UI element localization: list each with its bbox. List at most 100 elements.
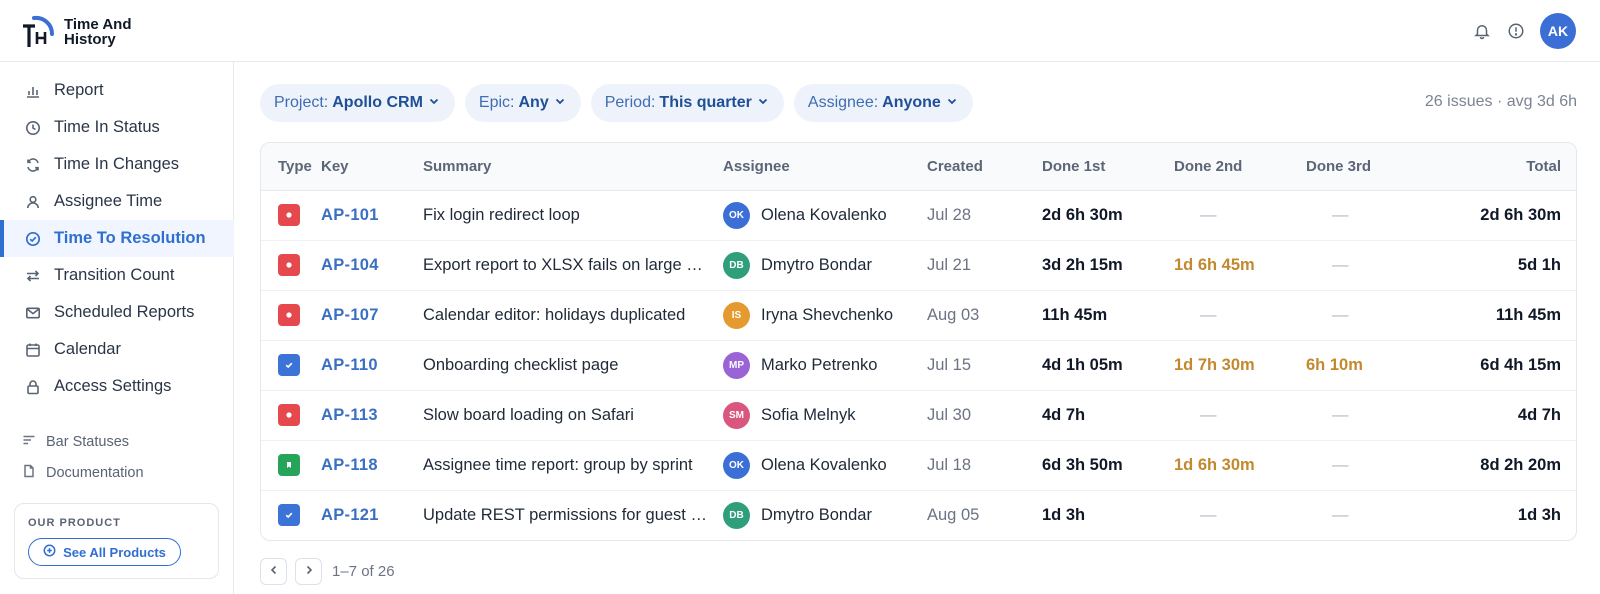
assignee-avatar: MP <box>723 351 750 379</box>
sidebar-item-documentation[interactable]: Documentation <box>0 457 234 488</box>
duration-empty: — <box>1200 505 1217 524</box>
filter-epic[interactable]: Epic: Any <box>464 84 581 122</box>
document-icon <box>22 464 36 482</box>
pagination: 1–7 of 26 <box>260 558 395 585</box>
sidebar: Report Time In Status Time In Changes As… <box>0 62 234 594</box>
filter-label: Assignee: <box>807 94 879 111</box>
story-type-icon <box>278 454 300 476</box>
total-duration: 1d 3h <box>1517 505 1561 524</box>
issue-key-link[interactable]: AP-107 <box>321 306 379 324</box>
table-row[interactable]: AP-110 Onboarding checklist page MP Marko P… <box>261 340 1576 391</box>
assignee-name: Dmytro Bondar <box>761 255 872 274</box>
user-avatar[interactable]: AK <box>1540 13 1576 49</box>
issue-key-link[interactable]: AP-121 <box>321 506 379 524</box>
assignee-avatar: SM <box>723 401 750 429</box>
column-header-total[interactable]: Total <box>1416 143 1576 191</box>
chevron-down-icon <box>427 94 441 113</box>
sidebar-item-label: Report <box>54 81 104 99</box>
sidebar-item-bar-statuses[interactable]: Bar Statuses <box>0 426 234 457</box>
prev-page-button[interactable] <box>260 558 287 585</box>
filter-value: Apollo CRM <box>332 94 423 111</box>
sidebar-item-label: Scheduled Reports <box>54 303 195 321</box>
sidebar-item-report[interactable]: Report <box>0 72 234 109</box>
issue-key-link[interactable]: AP-113 <box>321 406 378 424</box>
issue-summary[interactable]: Fix login redirect loop <box>423 190 723 241</box>
column-header-created[interactable]: Created <box>927 143 1042 191</box>
issue-summary[interactable]: Export report to XLSX fails on large pro… <box>423 240 723 291</box>
issue-key-link[interactable]: AP-118 <box>321 456 378 474</box>
bar-chart-icon <box>24 82 41 99</box>
table-row[interactable]: AP-101 Fix login redirect loop OK Olena Kov… <box>261 190 1576 241</box>
duration-empty: — <box>1332 505 1349 524</box>
column-header-done-1st[interactable]: Done 1st <box>1042 143 1174 191</box>
app-logo[interactable]: Time And History <box>20 14 144 50</box>
see-all-products-button[interactable]: See All Products <box>28 538 181 566</box>
issue-summary[interactable]: Assignee time report: group by sprint <box>423 440 723 491</box>
duration-empty: — <box>1332 205 1349 224</box>
column-header-key[interactable]: Key <box>321 143 423 191</box>
clock-icon <box>24 119 41 136</box>
column-header-done-2nd[interactable]: Done 2nd <box>1174 143 1306 191</box>
created-date: Aug 03 <box>927 305 980 324</box>
task-type-icon <box>278 504 300 527</box>
duration-value: 4d 7h <box>1042 405 1086 424</box>
duration-value: 11h 45m <box>1042 305 1108 324</box>
issue-key-link[interactable]: AP-110 <box>321 356 378 374</box>
column-header-assignee[interactable]: Assignee <box>723 143 927 191</box>
filter-assignee[interactable]: Assignee: Anyone <box>793 84 973 122</box>
column-header-type[interactable]: Type <box>261 143 321 191</box>
issue-summary[interactable]: Onboarding checklist page <box>423 340 723 391</box>
issue-key-link[interactable]: AP-104 <box>321 256 379 274</box>
table-row[interactable]: AP-118 Assignee time report: group by spr… <box>261 440 1576 491</box>
assignee-name: Sofia Melnyk <box>761 405 856 424</box>
next-page-button[interactable] <box>295 558 322 585</box>
issue-summary[interactable]: Update REST permissions for guest users <box>423 490 723 540</box>
filter-project[interactable]: Project: Apollo CRM <box>260 84 455 122</box>
sidebar-item-transition-count[interactable]: Transition Count <box>0 257 234 294</box>
table-row[interactable]: AP-113 Slow board loading on Safari SM Sofi… <box>261 390 1576 441</box>
issue-summary[interactable]: Slow board loading on Safari <box>423 390 723 441</box>
duration-value: 1d 7h 30m <box>1174 355 1255 374</box>
issues-summary: 26 issues · avg 3d 6h <box>1424 93 1577 110</box>
bug-type-icon <box>278 404 300 426</box>
filter-label: Project: <box>274 94 329 111</box>
sidebar-item-label: Time In Status <box>54 118 160 136</box>
plus-circle-icon <box>43 544 56 560</box>
help-icon[interactable] <box>1506 21 1526 41</box>
total-duration: 6d 4h 15m <box>1480 355 1561 374</box>
duration-empty: — <box>1200 405 1217 424</box>
created-date: Jul 15 <box>927 355 972 374</box>
sidebar-item-calendar[interactable]: Calendar <box>0 331 234 368</box>
duration-empty: — <box>1332 255 1349 274</box>
filter-value: This quarter <box>659 94 752 111</box>
chevron-down-icon <box>756 94 770 113</box>
task-type-icon <box>278 354 300 376</box>
bug-type-icon <box>278 204 300 226</box>
assignee-avatar: IS <box>723 301 750 329</box>
table-row[interactable]: AP-121 Update REST permissions for guest … <box>261 490 1576 540</box>
sidebar-item-time-in-changes[interactable]: Time In Changes <box>0 146 234 183</box>
sidebar-item-time-in-status[interactable]: Time In Status <box>0 109 234 146</box>
table-row[interactable]: AP-104 Export report to XLSX fails on lar… <box>261 240 1576 291</box>
pagination-text: 1–7 of 26 <box>332 563 395 580</box>
user-icon <box>24 193 41 210</box>
sidebar-item-assignee-time[interactable]: Assignee Time <box>0 183 234 220</box>
bell-icon[interactable] <box>1472 21 1492 41</box>
issue-key-link[interactable]: AP-101 <box>321 206 379 224</box>
check-circle-icon <box>24 230 41 247</box>
table-row[interactable]: AP-107 Calendar editor: holidays duplicat… <box>261 290 1576 341</box>
total-duration: 11h 45m <box>1495 305 1561 324</box>
assignee-name: Marko Petrenko <box>761 355 878 374</box>
issue-summary[interactable]: Calendar editor: holidays duplicated <box>423 290 723 341</box>
see-all-products-label: See All Products <box>63 544 166 560</box>
created-date: Aug 05 <box>927 505 980 524</box>
column-header-summary[interactable]: Summary <box>423 143 723 191</box>
filter-label: Period: <box>604 94 656 111</box>
sidebar-item-label: Time In Changes <box>54 155 180 173</box>
sidebar-item-scheduled-reports[interactable]: Scheduled Reports <box>0 294 234 331</box>
app-name-line2: History <box>64 31 116 48</box>
column-header-done-3rd[interactable]: Done 3rd <box>1306 143 1416 191</box>
sidebar-item-access-settings[interactable]: Access Settings <box>0 368 234 405</box>
sidebar-item-time-to-resolution[interactable]: Time To Resolution <box>0 220 234 257</box>
filter-period[interactable]: Period: This quarter <box>590 84 784 122</box>
